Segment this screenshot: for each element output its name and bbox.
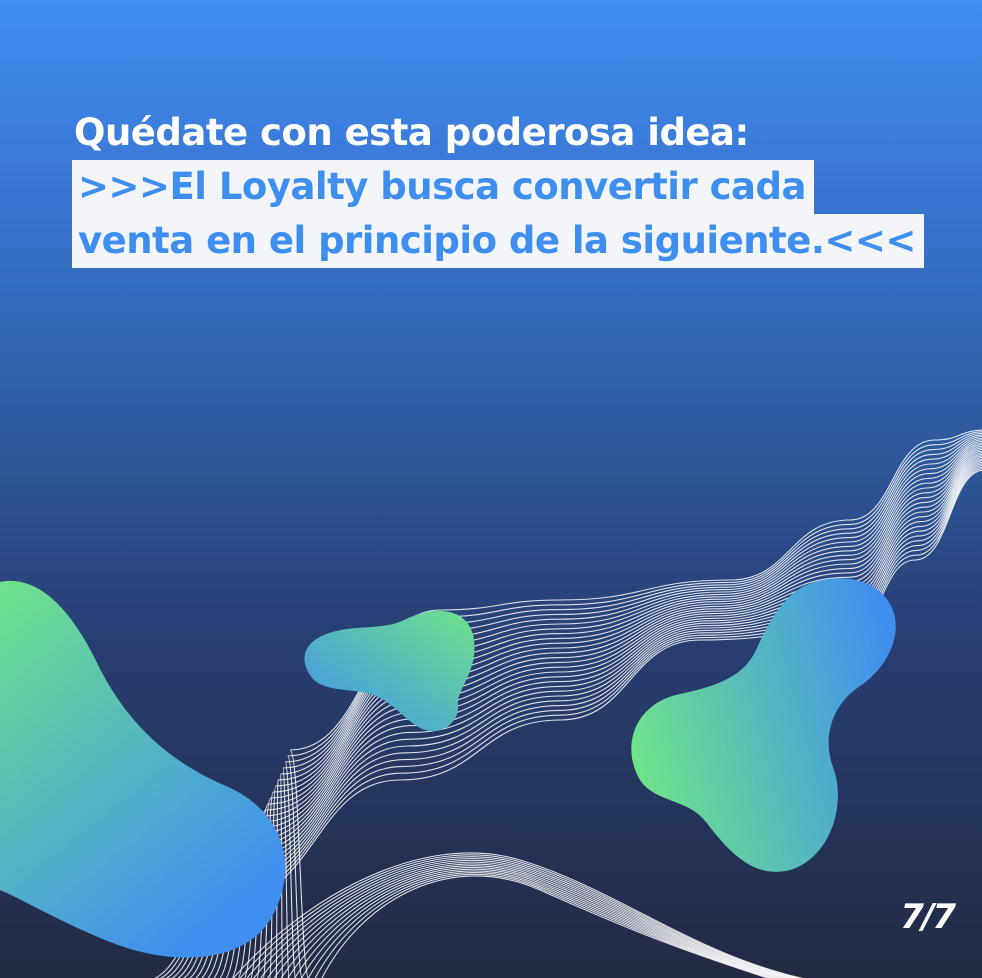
wave-line <box>171 465 982 978</box>
headline: Quédate con esta poderosa idea: <box>74 111 749 154</box>
slide: Quédate con esta poderosa idea: >>>El Lo… <box>0 0 982 978</box>
blob-middle <box>304 610 475 732</box>
quote-line-1: >>>El Loyalty busca convertir cada <box>72 160 814 214</box>
wave-line <box>301 870 778 978</box>
page-indicator: 7/7 <box>900 897 956 937</box>
blob-left <box>0 580 286 958</box>
quote-line-2: venta en el principio de la siguiente.<<… <box>72 214 924 268</box>
highlighted-quote: >>>El Loyalty busca convertir cada venta… <box>72 160 924 268</box>
